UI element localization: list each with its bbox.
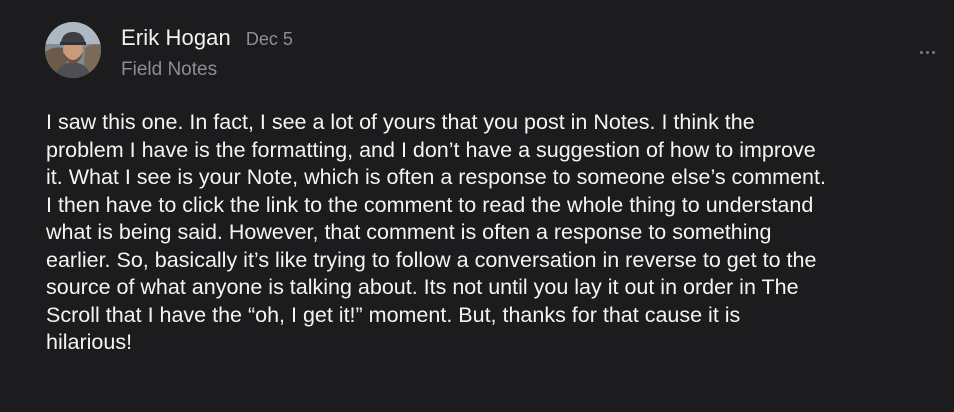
publication-name[interactable]: Field Notes [121,59,217,81]
ellipsis-icon [919,50,923,54]
ellipsis-icon [931,50,935,54]
avatar-image [45,22,101,78]
more-options-button[interactable] [910,40,944,64]
ellipsis-icon [925,50,929,54]
avatar[interactable] [45,22,101,78]
author-line: Erik Hogan Dec 5 [121,25,293,55]
post-date[interactable]: Dec 5 [246,29,293,50]
note-body: I saw this one. In fact, I see a lot of … [46,110,826,354]
note-card: Erik Hogan Dec 5 Field Notes I saw this … [0,0,954,412]
author-name[interactable]: Erik Hogan [121,25,231,51]
